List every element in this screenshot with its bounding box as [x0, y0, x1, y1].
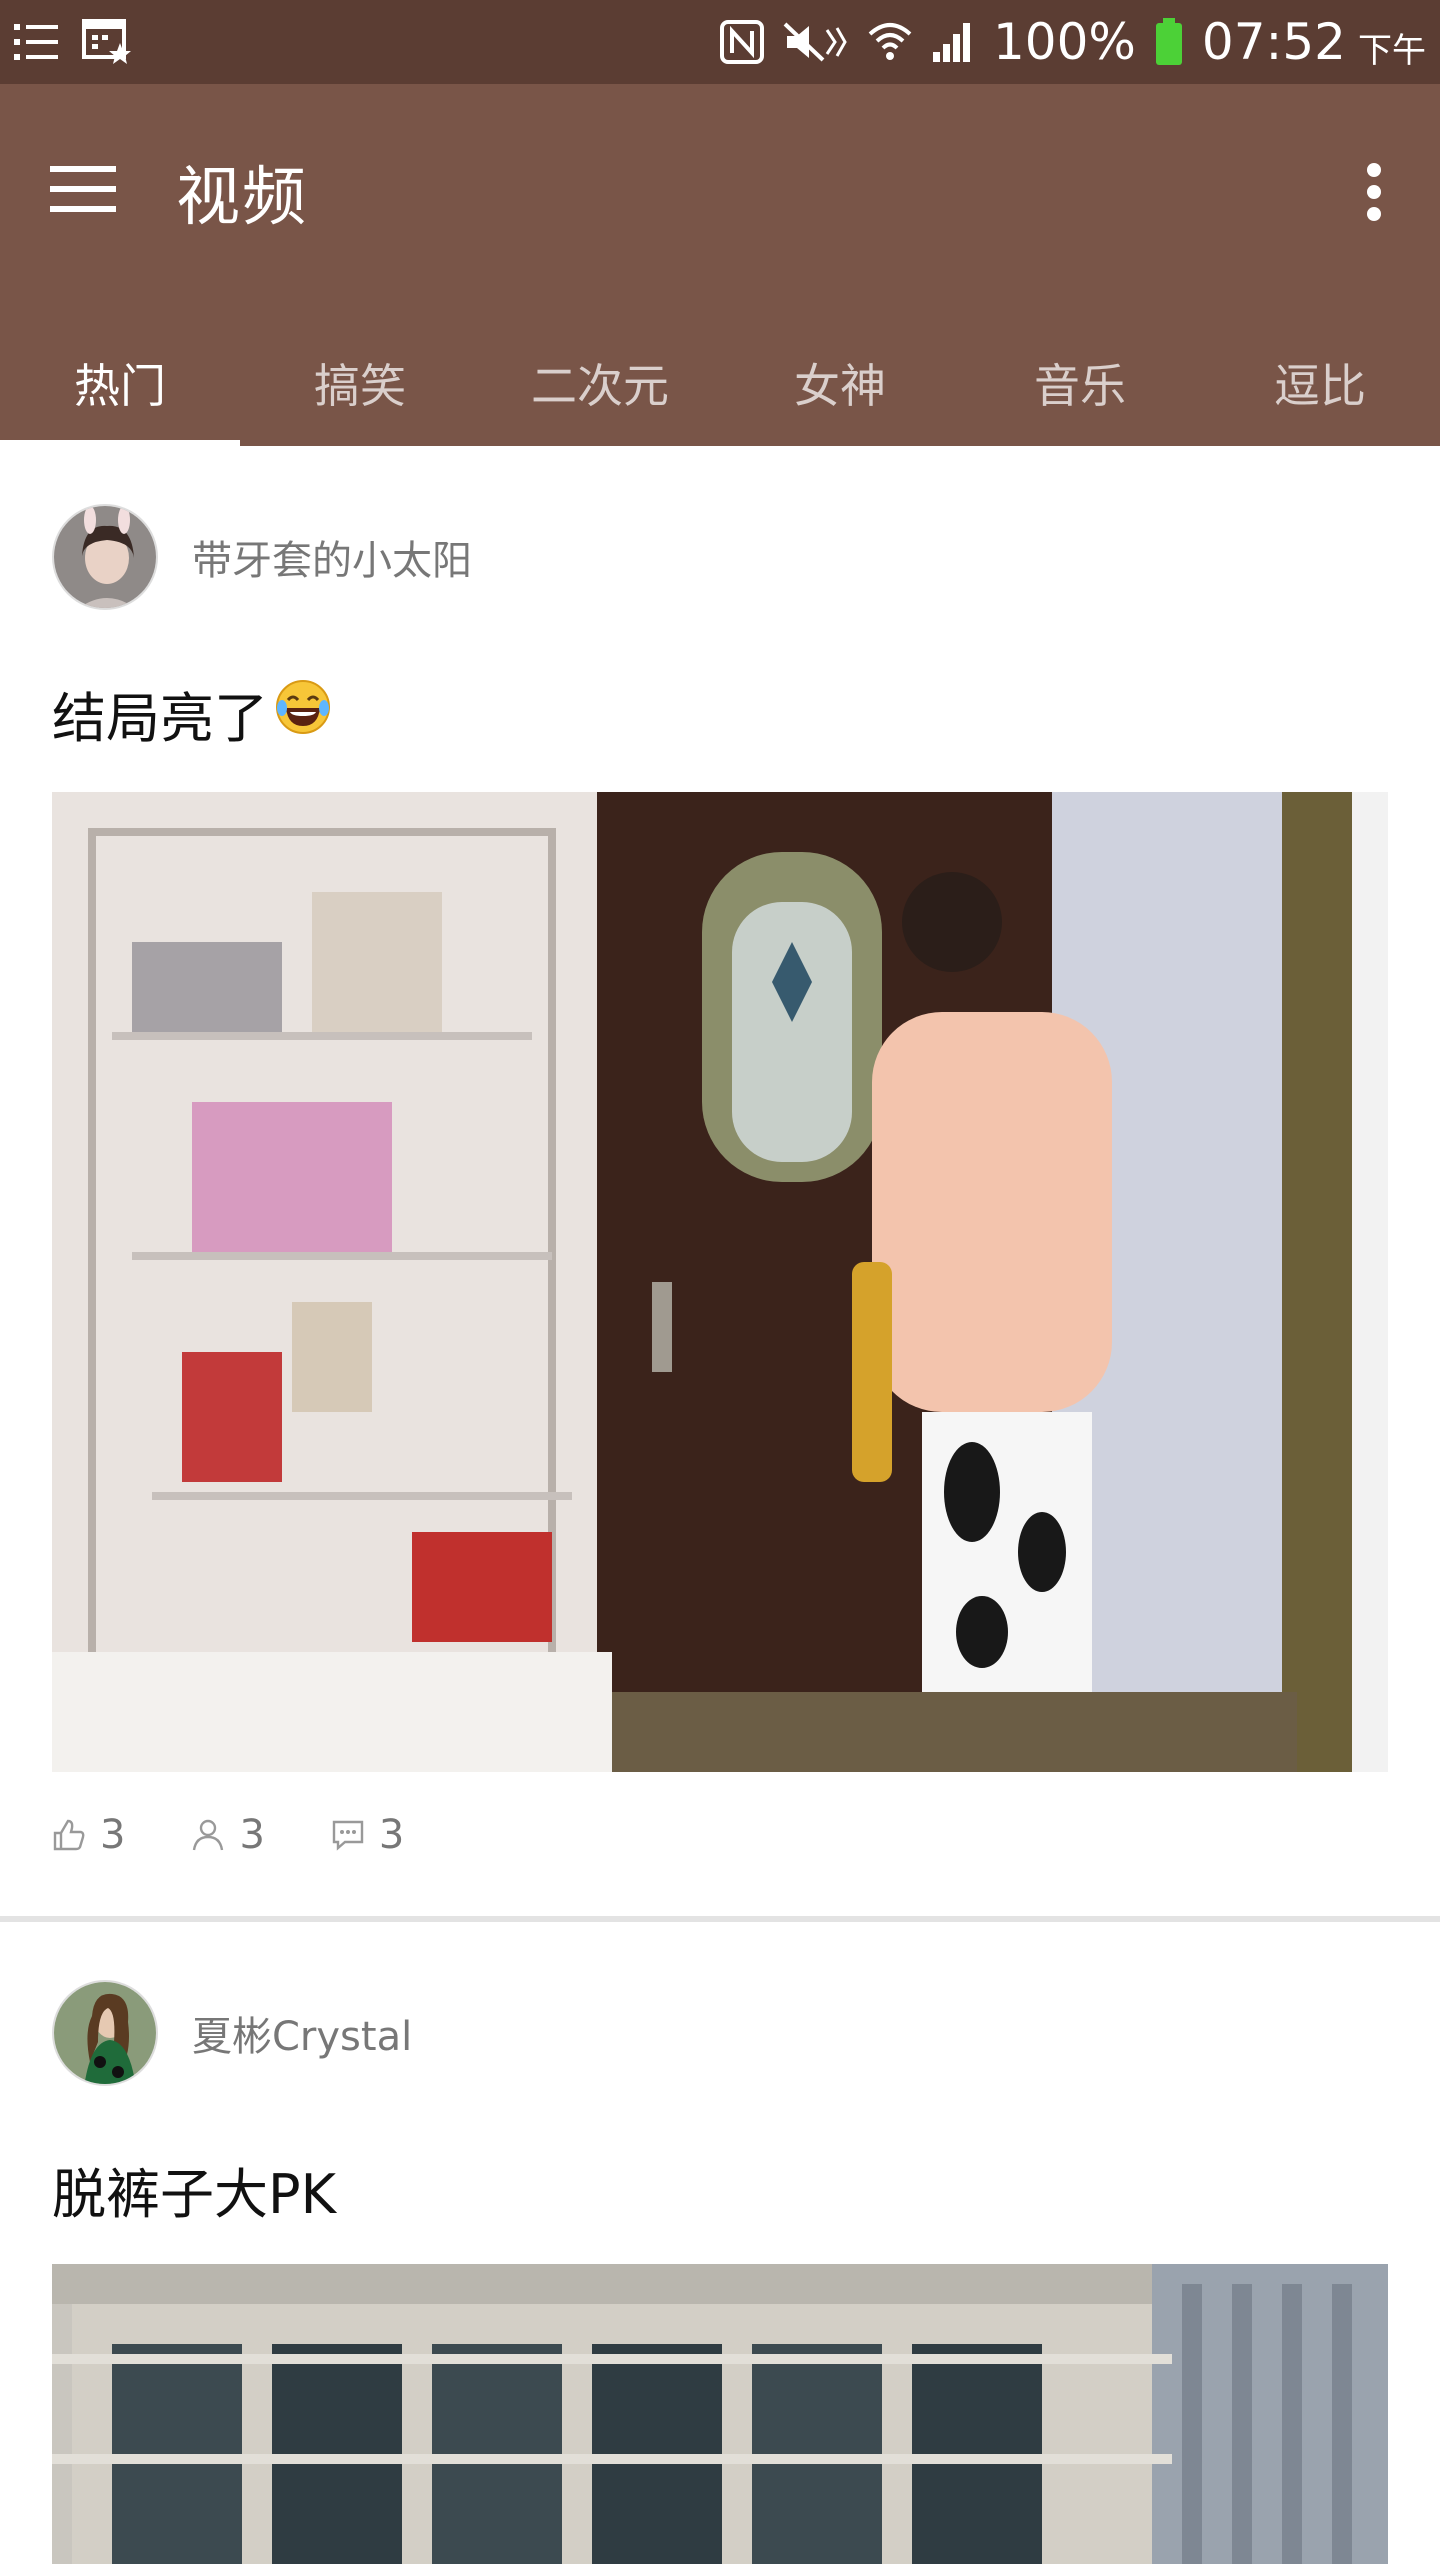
user-stat[interactable]: 3	[191, 1812, 265, 1858]
post-author[interactable]: 夏彬Crystal	[52, 1980, 412, 2086]
post-stats: 3 3 3	[52, 1812, 470, 1858]
calendar-icon	[82, 19, 132, 65]
feed-post[interactable]: 带牙套的小太阳 结局亮了 3 3 3	[0, 446, 1440, 1918]
video-thumbnail[interactable]	[52, 792, 1388, 1772]
page-title: 视频	[176, 161, 308, 235]
feed-post[interactable]: 夏彬Crystal 脱裤子大PK	[0, 1922, 1440, 2564]
category-tabs: 热门 搞笑 二次元 女神 音乐 逗比	[0, 359, 1440, 446]
post-author[interactable]: 带牙套的小太阳	[52, 504, 472, 610]
like-count: 3	[100, 1812, 126, 1858]
tab-label: 二次元	[531, 359, 669, 413]
laughing-tears-emoji	[274, 678, 332, 749]
signal-icon	[931, 20, 975, 64]
tab-label: 热门	[74, 359, 166, 413]
tab-label: 逗比	[1274, 359, 1366, 413]
post-title[interactable]: 结局亮了	[52, 674, 332, 753]
post-title-text: 脱裤子大PK	[52, 2163, 336, 2226]
more-vert-icon	[1367, 163, 1381, 221]
person-icon	[193, 1819, 224, 1851]
tab-label: 音乐	[1034, 359, 1126, 413]
battery-percent: 100%	[992, 13, 1136, 71]
author-name[interactable]: 夏彬Crystal	[192, 2004, 412, 2062]
tab-funny[interactable]: 搞笑	[240, 359, 480, 446]
status-bar: 100% 07:52 下午	[0, 0, 1440, 84]
post-title-text: 结局亮了	[52, 687, 268, 750]
comment-icon	[332, 1820, 364, 1851]
user-count: 3	[239, 1812, 265, 1858]
comment-count: 3	[378, 1812, 405, 1858]
tab-silly[interactable]: 逗比	[1200, 359, 1440, 446]
more-options-button[interactable]	[1354, 152, 1394, 232]
tab-label: 搞笑	[314, 359, 406, 413]
video-thumbnail[interactable]	[52, 2264, 1388, 2564]
battery-icon	[1154, 18, 1184, 66]
menu-button[interactable]	[48, 154, 118, 224]
thumbs-up-icon	[53, 1819, 85, 1851]
tab-anime[interactable]: 二次元	[480, 359, 720, 446]
tab-hot[interactable]: 热门	[0, 359, 240, 446]
avatar[interactable]	[52, 504, 158, 610]
like-stat[interactable]: 3	[52, 1812, 125, 1858]
post-title[interactable]: 脱裤子大PK	[52, 2150, 336, 2229]
tab-label: 女神	[794, 359, 886, 413]
mute-icon	[783, 20, 849, 64]
nfc-icon	[719, 19, 765, 65]
tab-goddess[interactable]: 女神	[720, 359, 960, 446]
avatar[interactable]	[52, 1980, 158, 2086]
menu-icon	[50, 166, 116, 212]
comment-stat[interactable]: 3	[331, 1812, 404, 1858]
tab-music[interactable]: 音乐	[960, 359, 1200, 446]
wifi-icon	[867, 20, 913, 64]
clock-time: 07:52	[1201, 13, 1346, 71]
author-name[interactable]: 带牙套的小太阳	[192, 528, 472, 586]
clock-period: 下午	[1358, 30, 1426, 71]
app-bar: 视频 热门 搞笑 二次元 女神 音乐 逗比	[0, 84, 1440, 446]
list-icon	[14, 22, 60, 62]
